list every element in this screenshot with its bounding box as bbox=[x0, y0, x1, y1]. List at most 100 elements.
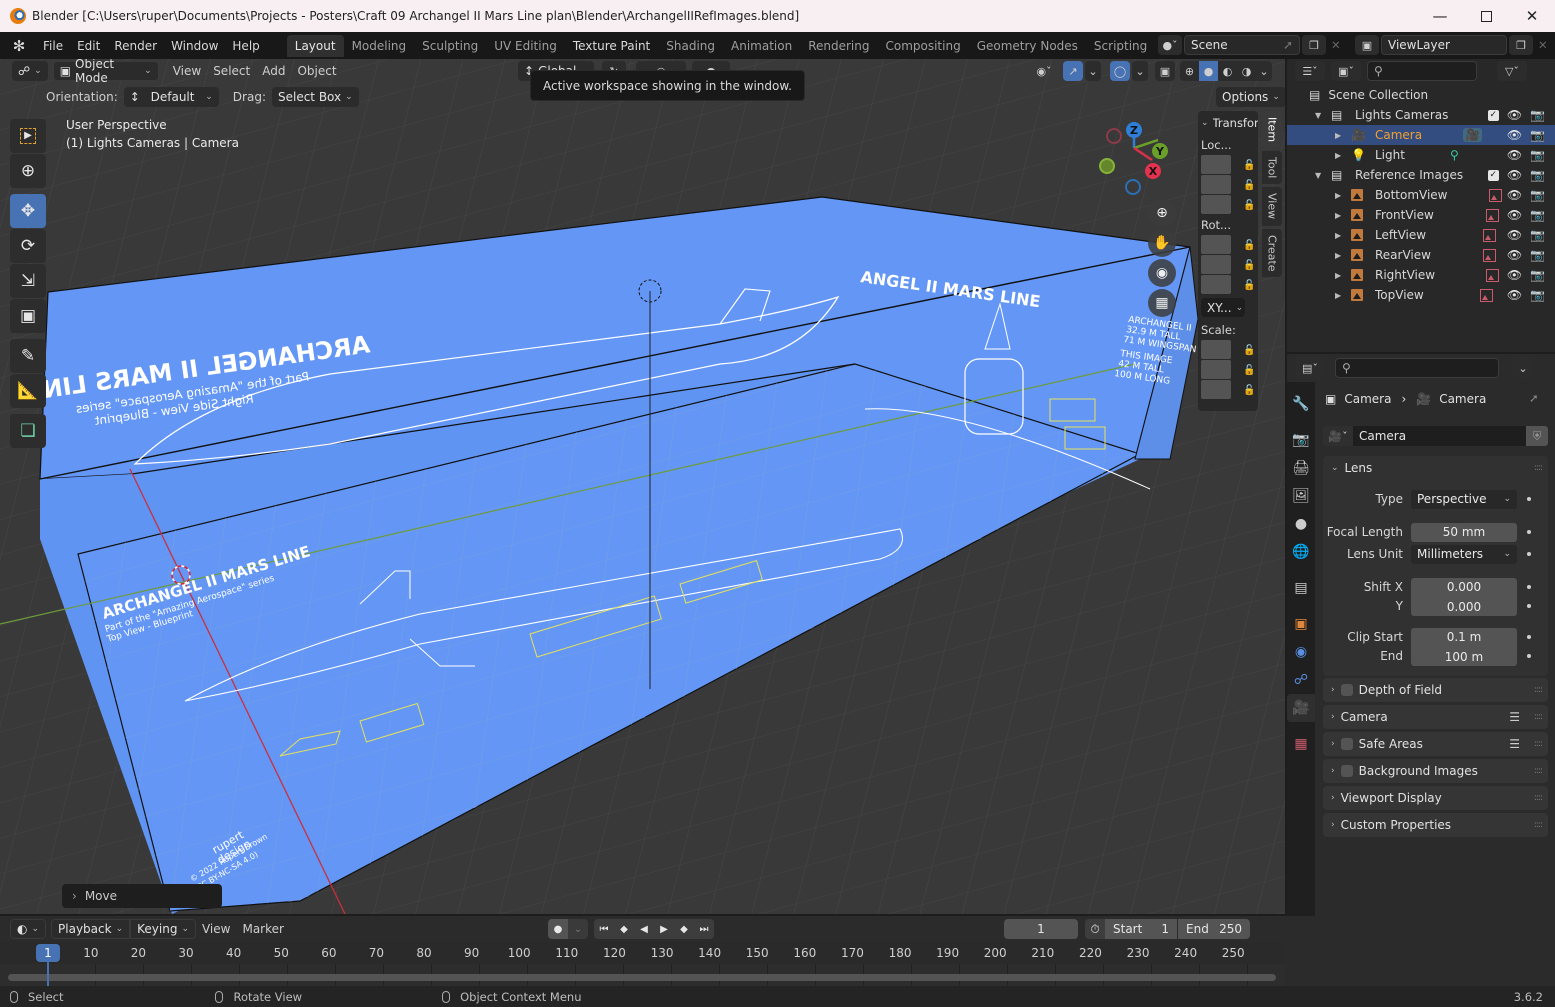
transform-tool[interactable]: ▣ bbox=[10, 299, 46, 333]
outliner-row[interactable]: ▼ ▤ Lights Cameras ✓ 👁 📷 bbox=[1287, 105, 1555, 125]
tab-object[interactable]: ▣ bbox=[1287, 610, 1315, 638]
remove-scene-icon[interactable]: ✕ bbox=[1328, 38, 1344, 52]
menu-help[interactable]: Help bbox=[225, 39, 266, 53]
outliner-row[interactable]: ▶ RightView 👁 📷 bbox=[1287, 265, 1555, 285]
outliner-row[interactable]: ▼ ▤ Reference Images ✓ 👁 📷 bbox=[1287, 165, 1555, 185]
transform-panel-header[interactable]: ⌄Transform bbox=[1198, 111, 1258, 135]
panel-enable-checkbox[interactable] bbox=[1340, 765, 1353, 777]
tab-tool[interactable]: 🔧 bbox=[1287, 390, 1315, 418]
minimize-button[interactable]: — bbox=[1417, 0, 1463, 32]
mode-dropdown[interactable]: ▣ Object Mode ⌄ bbox=[52, 59, 159, 85]
shift-x-field[interactable]: 0.000 bbox=[1411, 577, 1517, 597]
render-camera-icon[interactable]: 📷 bbox=[1530, 288, 1545, 302]
preview-range-stopwatch-icon[interactable]: ⏱ bbox=[1085, 919, 1105, 939]
jump-to-start-button[interactable]: ⏮ bbox=[594, 919, 614, 939]
image-data-icon[interactable] bbox=[1483, 248, 1496, 262]
outliner-row[interactable]: ▶ FrontView 👁 📷 bbox=[1287, 205, 1555, 225]
outliner-search-input[interactable]: ⚲ bbox=[1367, 61, 1477, 81]
lock-icon[interactable]: 🔓 bbox=[1243, 160, 1255, 171]
exclude-checkbox[interactable]: ✓ bbox=[1487, 109, 1499, 121]
tab-object-data-camera[interactable]: 🎥 bbox=[1287, 694, 1315, 722]
menu-select[interactable]: Select bbox=[207, 64, 256, 78]
fake-user-shield-icon[interactable]: ⛨ bbox=[1526, 426, 1548, 446]
properties-editor-type-button[interactable]: ▤ˇ bbox=[1295, 358, 1325, 378]
panel-header[interactable]: › Background Images:::: bbox=[1323, 759, 1548, 783]
panel-header[interactable]: › Safe Areas ☰:::: bbox=[1323, 732, 1548, 756]
tab-physics[interactable]: ◉ bbox=[1287, 638, 1315, 666]
workspace-tab-sculpting[interactable]: Sculpting bbox=[414, 35, 486, 57]
outliner-row[interactable]: ▶ RearView 👁 📷 bbox=[1287, 245, 1555, 265]
keyframe-dot-icon[interactable] bbox=[1527, 635, 1531, 639]
presets-list-icon[interactable]: ☰ bbox=[1509, 737, 1520, 751]
drag-handle-icon[interactable]: :::: bbox=[1534, 739, 1543, 749]
pin-icon[interactable]: ➚ bbox=[1529, 391, 1539, 405]
rotate-tool[interactable]: ⟳ bbox=[10, 229, 46, 263]
shift-y-field[interactable]: 0.000 bbox=[1411, 597, 1517, 616]
eye-icon[interactable]: 👁 bbox=[1507, 268, 1522, 282]
workspace-tab-uv-editing[interactable]: UV Editing bbox=[486, 35, 565, 57]
collapse-arrow-icon[interactable]: ▶ bbox=[1335, 211, 1341, 220]
timeline-ruler[interactable]: 10 20 30 40 50 60 70 80 90 100 110 120 130 140 150 160 1… bbox=[0, 942, 1285, 964]
workspace-tab-geometry-nodes[interactable]: Geometry Nodes bbox=[969, 35, 1086, 57]
drag-handle-icon[interactable]: :::: bbox=[1534, 685, 1543, 695]
material-shading-button[interactable]: ◐ bbox=[1218, 61, 1237, 81]
lock-icon[interactable]: 🔓 bbox=[1243, 240, 1255, 251]
menu-add[interactable]: Add bbox=[256, 64, 291, 78]
render-camera-icon[interactable]: 📷 bbox=[1530, 128, 1545, 142]
options-dropdown[interactable]: Options ⌄ bbox=[1216, 87, 1285, 107]
lock-icon[interactable]: 🔓 bbox=[1243, 385, 1255, 396]
lock-icon[interactable]: 🔓 bbox=[1243, 260, 1255, 271]
eye-icon[interactable]: 👁 bbox=[1507, 168, 1522, 182]
jump-to-prev-keyframe-button[interactable]: ◆ bbox=[614, 919, 634, 939]
eye-icon[interactable]: 👁 bbox=[1507, 108, 1522, 122]
location-z-field[interactable] bbox=[1201, 195, 1231, 214]
jump-to-next-keyframe-button[interactable]: ◆ bbox=[674, 919, 694, 939]
view-layer-icon[interactable]: ▣ bbox=[1355, 35, 1379, 55]
remove-view-layer-icon[interactable]: ✕ bbox=[1535, 38, 1551, 52]
collapse-arrow-icon[interactable]: ▶ bbox=[1335, 271, 1341, 280]
cursor-tool[interactable]: ⊕ bbox=[10, 154, 46, 188]
view-layer-filter-button[interactable]: ▣ˇ bbox=[1331, 61, 1361, 81]
last-operator-panel[interactable]: › Move bbox=[62, 884, 222, 908]
presets-list-icon[interactable]: ☰ bbox=[1509, 710, 1520, 724]
drag-handle-icon[interactable]: :::: bbox=[1534, 463, 1543, 473]
timeline-scrollbar[interactable] bbox=[8, 974, 1276, 981]
lens-unit-dropdown[interactable]: Millimeters ⌄ bbox=[1411, 544, 1517, 564]
add-cube-tool[interactable]: ❏ bbox=[10, 414, 46, 448]
outliner-row-scene-collection[interactable]: ▤ Scene Collection bbox=[1287, 85, 1555, 105]
eye-icon[interactable]: 👁 bbox=[1507, 228, 1522, 242]
new-view-layer-icon[interactable]: ❐ bbox=[1509, 35, 1533, 55]
sidebar-tab-item[interactable]: Item bbox=[1262, 111, 1282, 149]
timeline-menu-view[interactable]: View bbox=[196, 922, 236, 936]
scene-field[interactable]: Scene ➚ bbox=[1184, 35, 1300, 55]
auto-keying-toggle[interactable]: ● bbox=[548, 919, 568, 939]
orientation-dropdown[interactable]: ↕ Default ⌄ bbox=[123, 87, 219, 107]
tab-collection[interactable]: ▤ bbox=[1287, 574, 1315, 602]
close-button[interactable]: ✕ bbox=[1509, 0, 1555, 32]
outliner-row[interactable]: ▶ 💡 Light ⚲ 👁 📷 bbox=[1287, 145, 1555, 165]
scale-x-field[interactable] bbox=[1201, 340, 1231, 359]
solid-shading-button[interactable]: ● bbox=[1199, 61, 1218, 81]
render-camera-icon[interactable]: 📷 bbox=[1530, 168, 1545, 182]
rotation-mode-dropdown[interactable]: XY... ⌄ bbox=[1201, 298, 1245, 317]
focal-length-field[interactable]: 50 mm bbox=[1411, 522, 1517, 542]
lock-icon[interactable]: 🔓 bbox=[1243, 365, 1255, 376]
panel-enable-checkbox[interactable] bbox=[1340, 684, 1353, 696]
tab-constraints[interactable]: ☍ bbox=[1287, 666, 1315, 694]
render-camera-icon[interactable]: 📷 bbox=[1530, 248, 1545, 262]
panel-enable-checkbox[interactable] bbox=[1340, 738, 1353, 750]
rendered-shading-button[interactable]: ◑ bbox=[1237, 61, 1256, 81]
image-data-icon[interactable] bbox=[1489, 188, 1502, 202]
collapse-arrow-icon[interactable]: ▶ bbox=[1335, 251, 1341, 260]
playhead-line[interactable] bbox=[47, 962, 49, 986]
jump-to-end-button[interactable]: ⏭ bbox=[694, 919, 714, 939]
eye-icon[interactable]: 👁 bbox=[1507, 288, 1522, 302]
lens-type-dropdown[interactable]: Perspective ⌄ bbox=[1411, 489, 1517, 509]
tab-view-layer[interactable]: 🖼 bbox=[1287, 482, 1315, 510]
timeline-menu-marker[interactable]: Marker bbox=[236, 922, 289, 936]
panel-header[interactable]: › Viewport Display:::: bbox=[1323, 786, 1548, 810]
rotation-x-field[interactable] bbox=[1201, 235, 1231, 254]
image-data-icon[interactable] bbox=[1486, 268, 1499, 282]
filter-button[interactable]: ▽ˇ bbox=[1497, 61, 1527, 81]
outliner-row[interactable]: ▶ BottomView 👁 📷 bbox=[1287, 185, 1555, 205]
